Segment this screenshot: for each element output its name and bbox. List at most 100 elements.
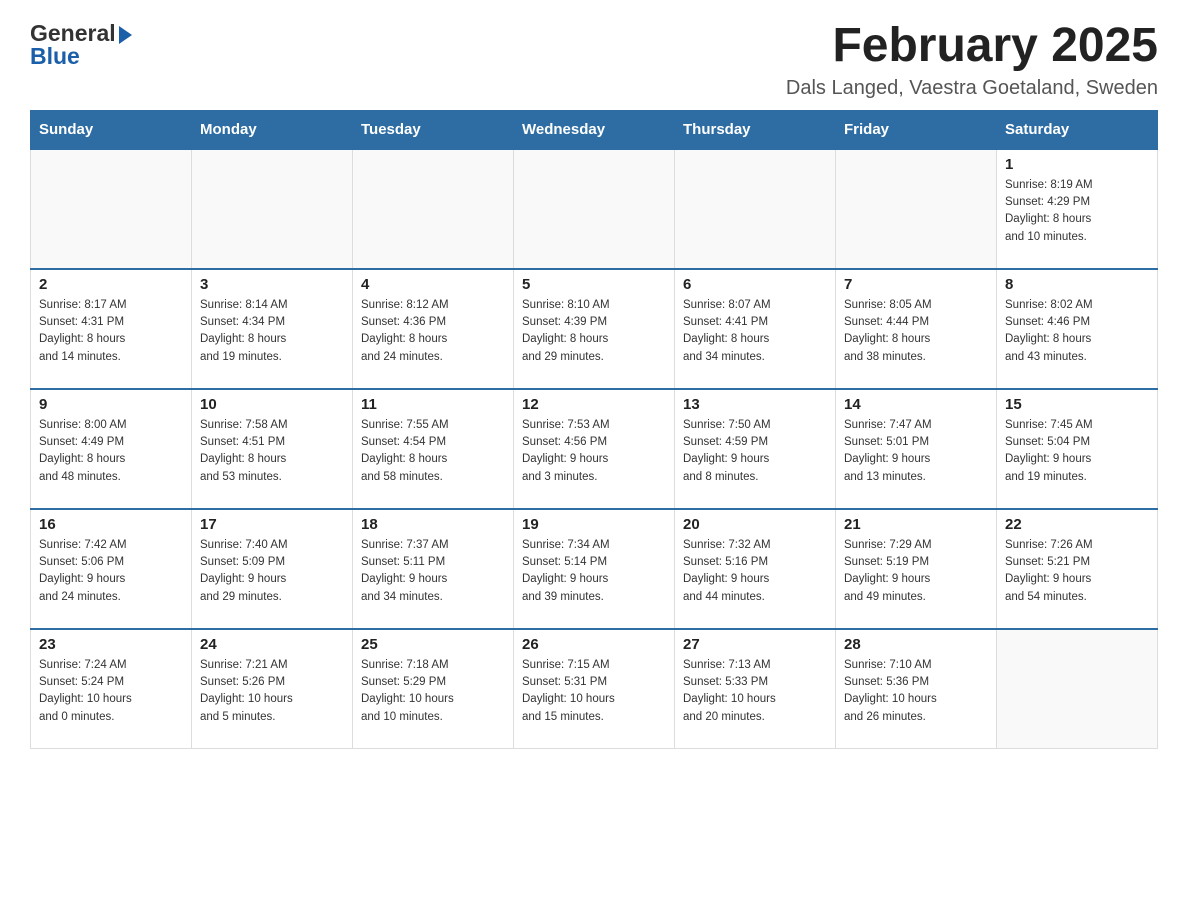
calendar-cell: 11 Sunrise: 7:55 AMSunset: 4:54 PMDayligh…: [353, 389, 514, 509]
calendar-cell: [31, 149, 192, 269]
calendar-cell: 28 Sunrise: 7:10 AMSunset: 5:36 PMDayligh…: [836, 629, 997, 749]
day-number: 24: [200, 636, 344, 653]
day-info: Sunrise: 7:26 AMSunset: 5:21 PMDaylight:…: [1005, 537, 1149, 606]
calendar-cell: 18 Sunrise: 7:37 AMSunset: 5:11 PMDayligh…: [353, 509, 514, 629]
calendar-cell: 22 Sunrise: 7:26 AMSunset: 5:21 PMDayligh…: [997, 509, 1158, 629]
logo-blue-text: Blue: [30, 43, 132, 70]
calendar-cell: 27 Sunrise: 7:13 AMSunset: 5:33 PMDayligh…: [675, 629, 836, 749]
calendar-cell: [192, 149, 353, 269]
day-info: Sunrise: 7:29 AMSunset: 5:19 PMDaylight:…: [844, 537, 988, 606]
day-number: 8: [1005, 276, 1149, 293]
calendar-cell: 15 Sunrise: 7:45 AMSunset: 5:04 PMDayligh…: [997, 389, 1158, 509]
day-number: 23: [39, 636, 183, 653]
day-info: Sunrise: 8:10 AMSunset: 4:39 PMDaylight:…: [522, 297, 666, 366]
calendar-cell: 10Sunrise: 7:58 AMSunset: 4:51 PMDayligh…: [192, 389, 353, 509]
calendar-week-2: 2 Sunrise: 8:17 AMSunset: 4:31 PMDaylight…: [31, 269, 1158, 389]
location-text: Dals Langed, Vaestra Goetaland, Sweden: [786, 77, 1158, 100]
day-number: 12: [522, 396, 666, 413]
weekday-header-saturday: Saturday: [997, 110, 1158, 149]
calendar-cell: [997, 629, 1158, 749]
weekday-header-thursday: Thursday: [675, 110, 836, 149]
day-number: 26: [522, 636, 666, 653]
day-number: 6: [683, 276, 827, 293]
day-info: Sunrise: 7:18 AMSunset: 5:29 PMDaylight:…: [361, 657, 505, 726]
day-info: Sunrise: 7:45 AMSunset: 5:04 PMDaylight:…: [1005, 417, 1149, 486]
day-info: Sunrise: 8:19 AMSunset: 4:29 PMDaylight:…: [1005, 177, 1149, 246]
calendar-cell: 1 Sunrise: 8:19 AMSunset: 4:29 PMDaylight…: [997, 149, 1158, 269]
day-number: 25: [361, 636, 505, 653]
day-info: Sunrise: 7:24 AMSunset: 5:24 PMDaylight:…: [39, 657, 183, 726]
calendar-cell: [514, 149, 675, 269]
day-number: 19: [522, 516, 666, 533]
day-number: 27: [683, 636, 827, 653]
day-info: Sunrise: 8:02 AMSunset: 4:46 PMDaylight:…: [1005, 297, 1149, 366]
day-number: 18: [361, 516, 505, 533]
day-info: Sunrise: 8:14 AMSunset: 4:34 PMDaylight:…: [200, 297, 344, 366]
day-number: 10: [200, 396, 344, 413]
day-info: Sunrise: 7:55 AMSunset: 4:54 PMDaylight:…: [361, 417, 505, 486]
calendar-body: 1 Sunrise: 8:19 AMSunset: 4:29 PMDaylight…: [31, 149, 1158, 749]
weekday-header-row: SundayMondayTuesdayWednesdayThursdayFrid…: [31, 110, 1158, 149]
calendar-cell: 8 Sunrise: 8:02 AMSunset: 4:46 PMDaylight…: [997, 269, 1158, 389]
day-info: Sunrise: 7:32 AMSunset: 5:16 PMDaylight:…: [683, 537, 827, 606]
calendar-cell: 4 Sunrise: 8:12 AMSunset: 4:36 PMDaylight…: [353, 269, 514, 389]
weekday-header-monday: Monday: [192, 110, 353, 149]
day-info: Sunrise: 8:07 AMSunset: 4:41 PMDaylight:…: [683, 297, 827, 366]
day-info: Sunrise: 7:47 AMSunset: 5:01 PMDaylight:…: [844, 417, 988, 486]
calendar-week-1: 1 Sunrise: 8:19 AMSunset: 4:29 PMDaylight…: [31, 149, 1158, 269]
day-number: 14: [844, 396, 988, 413]
day-number: 2: [39, 276, 183, 293]
day-info: Sunrise: 7:50 AMSunset: 4:59 PMDaylight:…: [683, 417, 827, 486]
calendar-cell: 2 Sunrise: 8:17 AMSunset: 4:31 PMDaylight…: [31, 269, 192, 389]
day-number: 13: [683, 396, 827, 413]
day-number: 1: [1005, 156, 1149, 173]
day-info: Sunrise: 7:40 AMSunset: 5:09 PMDaylight:…: [200, 537, 344, 606]
day-number: 4: [361, 276, 505, 293]
calendar-cell: 7Sunrise: 8:05 AMSunset: 4:44 PMDaylight…: [836, 269, 997, 389]
day-number: 9: [39, 396, 183, 413]
day-number: 3: [200, 276, 344, 293]
day-number: 20: [683, 516, 827, 533]
day-info: Sunrise: 7:42 AMSunset: 5:06 PMDaylight:…: [39, 537, 183, 606]
calendar-cell: 26 Sunrise: 7:15 AMSunset: 5:31 PMDayligh…: [514, 629, 675, 749]
day-number: 15: [1005, 396, 1149, 413]
calendar-table: SundayMondayTuesdayWednesdayThursdayFrid…: [30, 110, 1158, 750]
logo-chevron-icon: [119, 26, 132, 44]
calendar-cell: 20 Sunrise: 7:32 AMSunset: 5:16 PMDayligh…: [675, 509, 836, 629]
day-number: 17: [200, 516, 344, 533]
day-info: Sunrise: 8:12 AMSunset: 4:36 PMDaylight:…: [361, 297, 505, 366]
day-number: 22: [1005, 516, 1149, 533]
calendar-cell: 25 Sunrise: 7:18 AMSunset: 5:29 PMDayligh…: [353, 629, 514, 749]
calendar-cell: 3 Sunrise: 8:14 AMSunset: 4:34 PMDaylight…: [192, 269, 353, 389]
day-info: Sunrise: 7:37 AMSunset: 5:11 PMDaylight:…: [361, 537, 505, 606]
day-number: 7: [844, 276, 988, 293]
calendar-week-4: 16 Sunrise: 7:42 AMSunset: 5:06 PMDayligh…: [31, 509, 1158, 629]
logo: General Blue: [30, 20, 132, 70]
calendar-week-3: 9Sunrise: 8:00 AMSunset: 4:49 PMDaylight…: [31, 389, 1158, 509]
day-info: Sunrise: 8:17 AMSunset: 4:31 PMDaylight:…: [39, 297, 183, 366]
calendar-cell: [836, 149, 997, 269]
calendar-cell: 6 Sunrise: 8:07 AMSunset: 4:41 PMDaylight…: [675, 269, 836, 389]
calendar-cell: 12 Sunrise: 7:53 AMSunset: 4:56 PMDayligh…: [514, 389, 675, 509]
calendar-cell: 19 Sunrise: 7:34 AMSunset: 5:14 PMDayligh…: [514, 509, 675, 629]
month-title: February 2025: [786, 20, 1158, 73]
day-number: 5: [522, 276, 666, 293]
weekday-header-tuesday: Tuesday: [353, 110, 514, 149]
weekday-header-friday: Friday: [836, 110, 997, 149]
calendar-cell: 23 Sunrise: 7:24 AMSunset: 5:24 PMDayligh…: [31, 629, 192, 749]
calendar-cell: 5 Sunrise: 8:10 AMSunset: 4:39 PMDaylight…: [514, 269, 675, 389]
day-info: Sunrise: 7:15 AMSunset: 5:31 PMDaylight:…: [522, 657, 666, 726]
day-number: 28: [844, 636, 988, 653]
day-info: Sunrise: 7:10 AMSunset: 5:36 PMDaylight:…: [844, 657, 988, 726]
calendar-cell: 17 Sunrise: 7:40 AMSunset: 5:09 PMDayligh…: [192, 509, 353, 629]
day-number: 16: [39, 516, 183, 533]
day-info: Sunrise: 7:13 AMSunset: 5:33 PMDaylight:…: [683, 657, 827, 726]
weekday-header-sunday: Sunday: [31, 110, 192, 149]
day-info: Sunrise: 7:34 AMSunset: 5:14 PMDaylight:…: [522, 537, 666, 606]
day-info: Sunrise: 7:21 AMSunset: 5:26 PMDaylight:…: [200, 657, 344, 726]
day-info: Sunrise: 7:53 AMSunset: 4:56 PMDaylight:…: [522, 417, 666, 486]
title-block: February 2025 Dals Langed, Vaestra Goeta…: [786, 20, 1158, 100]
day-number: 11: [361, 396, 505, 413]
weekday-header-wednesday: Wednesday: [514, 110, 675, 149]
calendar-cell: [353, 149, 514, 269]
